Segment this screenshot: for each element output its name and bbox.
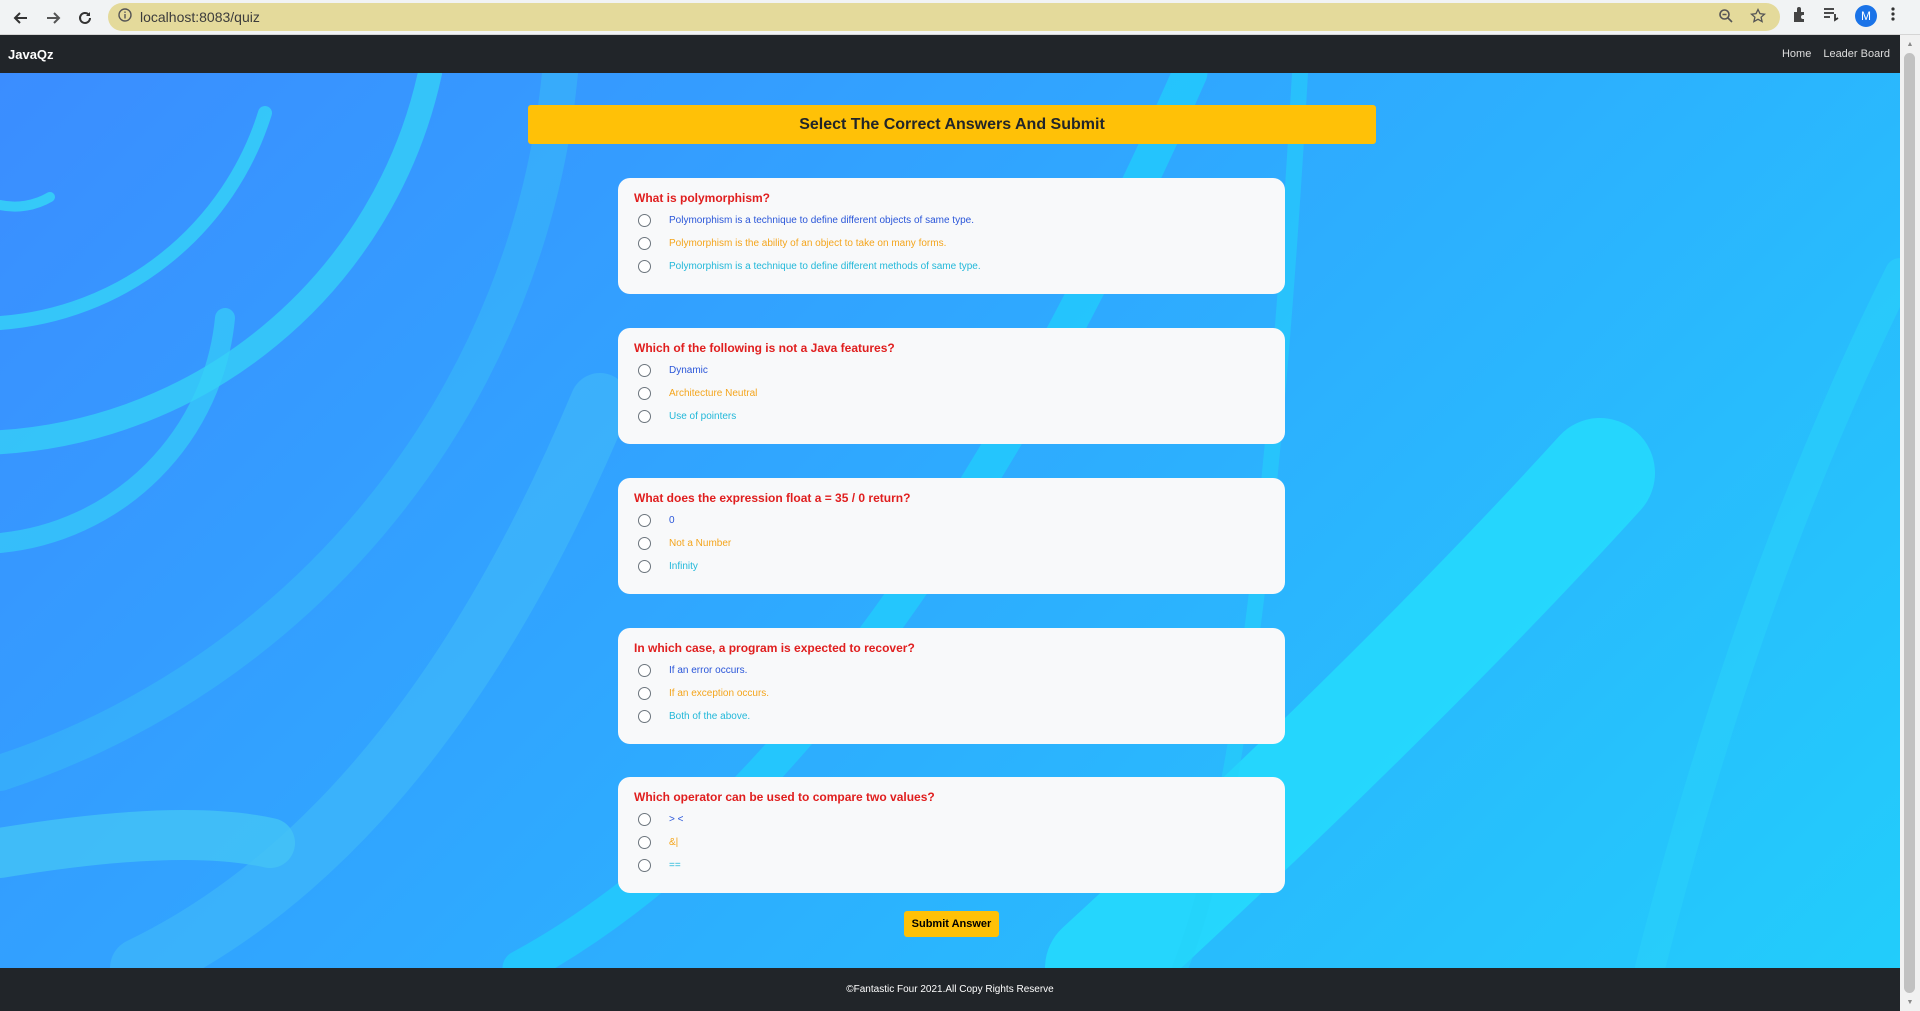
browser-toolbar: localhost:8083/quiz M bbox=[0, 0, 1920, 35]
question-text: What is polymorphism? bbox=[634, 191, 771, 205]
answer-option[interactable]: Both of the above. bbox=[634, 705, 1269, 728]
answer-option[interactable]: Not a Number bbox=[634, 532, 1269, 555]
submit-answer-button[interactable]: Submit Answer bbox=[904, 911, 999, 937]
reading-list-icon[interactable] bbox=[1822, 5, 1840, 23]
option-label[interactable]: Polymorphism is a technique to define di… bbox=[669, 215, 974, 226]
radio-button[interactable] bbox=[638, 260, 651, 273]
answer-option[interactable]: > < bbox=[634, 808, 1269, 831]
option-label[interactable]: Architecture Neutral bbox=[669, 388, 757, 399]
copyright-text: ©Fantastic Four 2021.All Copy Rights Res… bbox=[846, 984, 1054, 995]
option-label[interactable]: 0 bbox=[669, 515, 675, 526]
answer-option[interactable]: &| bbox=[634, 831, 1269, 854]
option-label[interactable]: Polymorphism is a technique to define di… bbox=[669, 261, 981, 272]
option-label[interactable]: Polymorphism is the ability of an object… bbox=[669, 238, 946, 249]
radio-button[interactable] bbox=[638, 710, 651, 723]
question-text: In which case, a program is expected to … bbox=[634, 641, 915, 655]
extensions-icon[interactable] bbox=[1790, 5, 1808, 23]
radio-button[interactable] bbox=[638, 687, 651, 700]
answer-option[interactable]: Infinity bbox=[634, 555, 1269, 578]
scroll-down-icon[interactable]: ▼ bbox=[1905, 997, 1915, 1007]
answer-option[interactable]: == bbox=[634, 854, 1269, 877]
back-arrow-icon[interactable] bbox=[8, 5, 34, 31]
zoom-icon[interactable] bbox=[1718, 8, 1734, 29]
nav-link-leader-board[interactable]: Leader Board bbox=[1823, 48, 1890, 60]
url-text: localhost:8083/quiz bbox=[140, 9, 260, 25]
forward-arrow-icon[interactable] bbox=[40, 5, 66, 31]
answer-option[interactable]: Polymorphism is a technique to define di… bbox=[634, 255, 1269, 278]
option-label[interactable]: Not a Number bbox=[669, 538, 731, 549]
answer-option[interactable]: Dynamic bbox=[634, 359, 1269, 382]
radio-button[interactable] bbox=[638, 387, 651, 400]
avatar[interactable]: M bbox=[1855, 5, 1877, 27]
navbar: JavaQz Home Leader Board bbox=[0, 35, 1900, 73]
option-label[interactable]: &| bbox=[669, 837, 678, 848]
page-title: Select The Correct Answers And Submit bbox=[528, 105, 1376, 144]
radio-button[interactable] bbox=[638, 237, 651, 250]
question-card-3: What does the expression float a = 35 / … bbox=[618, 478, 1285, 594]
scroll-up-icon[interactable]: ▲ bbox=[1905, 39, 1915, 49]
answer-option[interactable]: Architecture Neutral bbox=[634, 382, 1269, 405]
nav-link-home[interactable]: Home bbox=[1782, 48, 1811, 60]
radio-button[interactable] bbox=[638, 859, 651, 872]
bookmark-star-icon[interactable] bbox=[1749, 7, 1767, 29]
radio-button[interactable] bbox=[638, 214, 651, 227]
quiz-page: Select The Correct Answers And Submit Wh… bbox=[0, 73, 1900, 968]
question-card-1: What is polymorphism? Polymorphism is a … bbox=[618, 178, 1285, 294]
option-label[interactable]: == bbox=[669, 860, 681, 871]
question-card-5: Which operator can be used to compare tw… bbox=[618, 777, 1285, 893]
reload-icon[interactable] bbox=[72, 5, 98, 31]
answer-option[interactable]: If an exception occurs. bbox=[634, 682, 1269, 705]
answer-option[interactable]: Polymorphism is the ability of an object… bbox=[634, 232, 1269, 255]
radio-button[interactable] bbox=[638, 537, 651, 550]
radio-button[interactable] bbox=[638, 410, 651, 423]
brand-logo[interactable]: JavaQz bbox=[8, 47, 54, 62]
site-info-icon[interactable] bbox=[118, 7, 132, 27]
nav-links: Home Leader Board bbox=[1782, 48, 1890, 60]
radio-button[interactable] bbox=[638, 514, 651, 527]
option-label[interactable]: If an error occurs. bbox=[669, 665, 747, 676]
option-label[interactable]: If an exception occurs. bbox=[669, 688, 769, 699]
radio-button[interactable] bbox=[638, 813, 651, 826]
radio-button[interactable] bbox=[638, 560, 651, 573]
answer-option[interactable]: Polymorphism is a technique to define di… bbox=[634, 209, 1269, 232]
footer: ©Fantastic Four 2021.All Copy Rights Res… bbox=[0, 968, 1900, 1011]
radio-button[interactable] bbox=[638, 664, 651, 677]
question-card-2: Which of the following is not a Java fea… bbox=[618, 328, 1285, 444]
option-label[interactable]: Infinity bbox=[669, 561, 698, 572]
answer-option[interactable]: If an error occurs. bbox=[634, 659, 1269, 682]
option-label[interactable]: Both of the above. bbox=[669, 711, 750, 722]
radio-button[interactable] bbox=[638, 364, 651, 377]
answer-option[interactable]: 0 bbox=[634, 509, 1269, 532]
question-text: Which operator can be used to compare tw… bbox=[634, 790, 935, 804]
option-label[interactable]: Use of pointers bbox=[669, 411, 736, 422]
question-text: Which of the following is not a Java fea… bbox=[634, 341, 895, 355]
address-bar[interactable]: localhost:8083/quiz bbox=[108, 3, 1780, 31]
scrollbar[interactable]: ▲ ▼ bbox=[1900, 35, 1920, 1011]
option-label[interactable]: > < bbox=[669, 814, 683, 825]
option-label[interactable]: Dynamic bbox=[669, 365, 708, 376]
question-text: What does the expression float a = 35 / … bbox=[634, 491, 911, 505]
answer-option[interactable]: Use of pointers bbox=[634, 405, 1269, 428]
radio-button[interactable] bbox=[638, 836, 651, 849]
menu-dots-icon[interactable] bbox=[1890, 5, 1896, 23]
question-card-4: In which case, a program is expected to … bbox=[618, 628, 1285, 744]
scroll-thumb[interactable] bbox=[1904, 53, 1915, 993]
